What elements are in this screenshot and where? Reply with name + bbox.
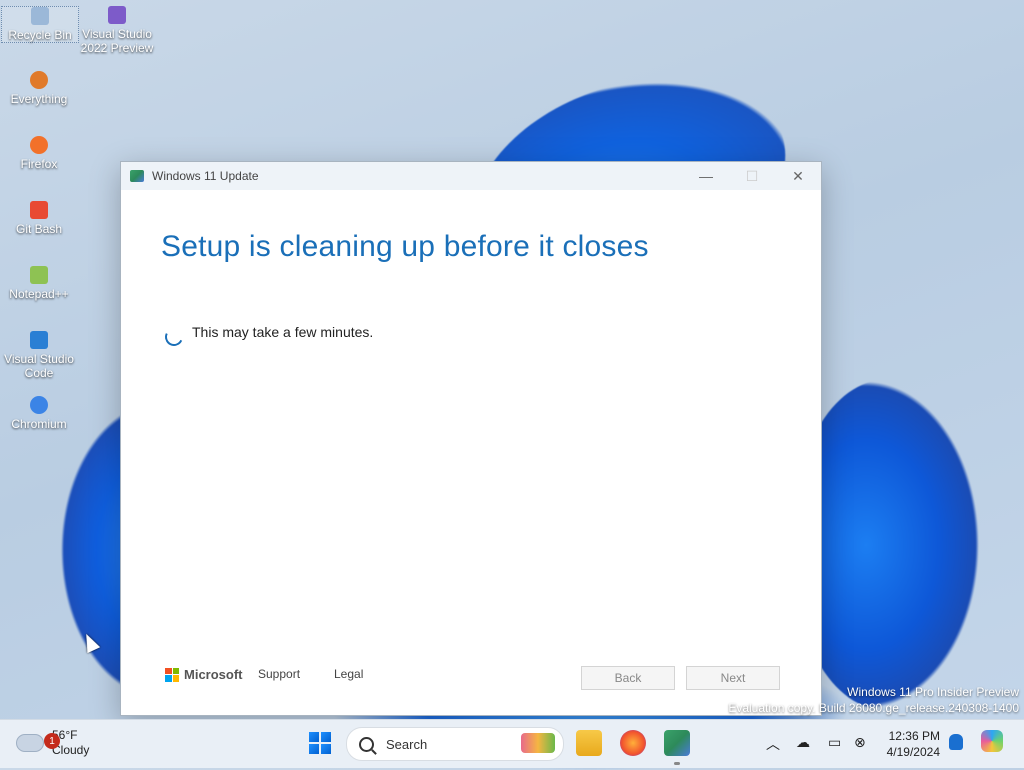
desktop-icon-label: Notepad++ xyxy=(9,287,69,301)
window-title: Windows 11 Update xyxy=(152,169,259,183)
insider-watermark: Windows 11 Pro Insider Preview xyxy=(847,685,1019,699)
taskbar-search[interactable]: Search xyxy=(346,727,564,761)
desktop-icon-chromium[interactable]: Chromium xyxy=(1,396,77,431)
page-title: Setup is cleaning up before it closes xyxy=(161,230,649,263)
desktop-icon-git-bash[interactable]: Git Bash xyxy=(1,201,77,236)
taskbar: 1 56°F Cloudy Search ︿ ☁ ▭ ⊗ 12:36 PM 4/… xyxy=(0,719,1024,768)
desktop-icon-recycle-bin[interactable]: Recycle Bin xyxy=(1,6,79,43)
display-icon[interactable]: ▭ xyxy=(828,734,841,751)
everything-icon xyxy=(30,71,48,89)
desktop-icon-firefox[interactable]: Firefox xyxy=(1,136,77,171)
notepad-plus-plus-icon xyxy=(30,266,48,284)
back-button[interactable]: Back xyxy=(581,666,675,690)
desktop-icon-label: Firefox xyxy=(20,157,58,171)
windows-update-icon[interactable] xyxy=(664,730,690,756)
start-button[interactable] xyxy=(309,732,331,754)
git-bash-icon xyxy=(30,201,48,219)
cloudy-weather-icon xyxy=(16,734,44,752)
chromium-icon xyxy=(30,396,48,414)
search-label: Search xyxy=(386,736,428,752)
title-bar[interactable]: Windows 11 Update — ☐ ✕ xyxy=(121,162,821,190)
next-button[interactable]: Next xyxy=(686,666,780,690)
legal-link[interactable]: Legal xyxy=(334,667,363,681)
microsoft-logo-icon xyxy=(165,667,179,682)
vscode-icon xyxy=(30,331,48,349)
system-clock[interactable]: 12:36 PM 4/19/2024 xyxy=(880,728,940,760)
minimize-button[interactable]: — xyxy=(683,162,729,190)
microsoft-logo: Microsoft xyxy=(165,667,243,682)
desktop-icon-label: Git Bash xyxy=(15,222,63,236)
progress-spinner-icon xyxy=(162,325,186,349)
maximize-button[interactable]: ☐ xyxy=(729,162,775,190)
notification-badge: 1 xyxy=(44,733,60,749)
network-icon[interactable]: ⊗ xyxy=(854,734,866,751)
desktop-icon-label: Visual Studio Code xyxy=(4,352,74,380)
firefox-icon xyxy=(30,136,48,154)
desktop-icon-visual-studio[interactable]: Visual Studio 2022 Preview xyxy=(79,6,155,55)
desktop-icon-label: Chromium xyxy=(11,417,67,431)
weather-widget[interactable]: 1 56°F Cloudy xyxy=(16,728,89,758)
support-link[interactable]: Support xyxy=(258,667,300,681)
firefox-icon[interactable] xyxy=(620,730,646,756)
microsoft-brand: Microsoft xyxy=(184,667,243,682)
desktop-icon-everything[interactable]: Everything xyxy=(1,71,77,106)
search-highlight-icon xyxy=(521,733,555,753)
file-explorer-icon[interactable] xyxy=(576,730,602,756)
windows-update-icon xyxy=(130,170,144,182)
clock-time: 12:36 PM xyxy=(888,729,940,743)
copilot-icon[interactable] xyxy=(981,730,1003,752)
chevron-up-icon[interactable]: ︿ xyxy=(766,734,780,754)
desktop-icon-label: Everything xyxy=(10,92,68,106)
desktop-icon-label: Visual Studio 2022 Preview xyxy=(80,27,154,55)
close-button[interactable]: ✕ xyxy=(775,162,821,190)
build-watermark: Evaluation copy. Build 26080.ge_release.… xyxy=(728,701,1019,715)
notification-bell-icon[interactable] xyxy=(949,734,963,750)
windows-logo-icon xyxy=(309,732,319,742)
setup-window: Windows 11 Update — ☐ ✕ Setup is cleanin… xyxy=(120,161,822,716)
status-message: This may take a few minutes. xyxy=(192,324,374,340)
desktop-icon-label: Recycle Bin xyxy=(8,28,72,42)
visual-studio-icon xyxy=(108,6,126,24)
search-icon xyxy=(359,736,374,752)
desktop-icon-notepad-plus-plus[interactable]: Notepad++ xyxy=(1,266,77,301)
recycle-bin-icon xyxy=(31,7,49,25)
active-app-indicator xyxy=(674,762,680,765)
onedrive-offline-icon[interactable]: ☁ xyxy=(796,734,810,751)
desktop-icon-vscode[interactable]: Visual Studio Code xyxy=(1,331,77,380)
clock-date: 4/19/2024 xyxy=(886,745,940,759)
